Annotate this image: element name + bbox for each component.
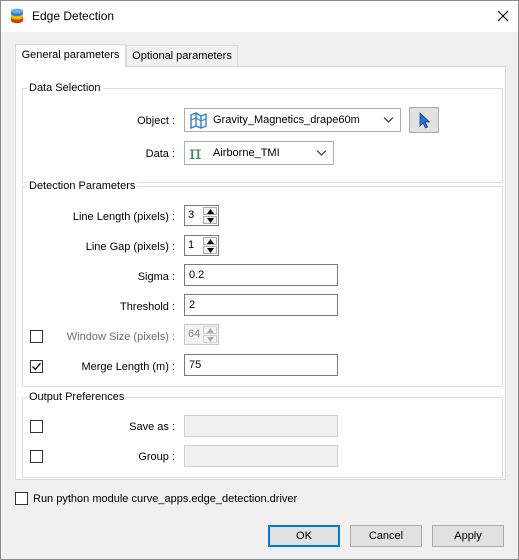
save-as-input[interactable]	[184, 415, 338, 437]
merge-length-value: 75	[189, 359, 202, 371]
merge-length-input[interactable]: 75	[184, 354, 338, 376]
triangle-down-icon	[207, 337, 214, 342]
window-title: Edge Detection	[32, 9, 115, 23]
line-gap-value: 1	[188, 239, 195, 251]
window-size-label: Window Size (pixels) :	[66, 331, 175, 343]
spin-arrows	[203, 237, 217, 254]
spin-up-button[interactable]	[203, 207, 217, 215]
group-input[interactable]	[184, 445, 338, 467]
threshold-input[interactable]: 2	[184, 294, 338, 316]
app-layers-icon	[11, 8, 23, 24]
triangle-down-icon	[207, 248, 214, 253]
group-title: Output Preferences	[27, 391, 127, 403]
line-length-label: Line Length (pixels) :	[72, 211, 175, 223]
object-dropdown[interactable]: Gravity_Magnetics_drape60m	[184, 108, 401, 132]
triangle-up-icon	[207, 328, 214, 333]
data-value: Airborne_TMI	[213, 147, 280, 159]
window-size-spinbox[interactable]: 64	[184, 324, 219, 345]
run-python-label: Run python module curve_apps.edge_detect…	[33, 493, 298, 505]
data-dropdown[interactable]: π Airborne_TMI	[184, 141, 334, 165]
tab-general-parameters[interactable]: General parameters	[15, 44, 126, 67]
spin-down-button[interactable]	[203, 335, 217, 343]
window-size-value: 64	[188, 328, 201, 340]
edge-detection-dialog: Edge Detection General parameters Option…	[0, 0, 519, 560]
run-python-checkbox[interactable]	[15, 492, 28, 505]
pi-icon: π	[189, 142, 202, 164]
line-gap-label: Line Gap (pixels) :	[85, 241, 175, 253]
group-title: Data Selection	[27, 82, 103, 94]
sigma-value: 0.2	[189, 269, 205, 281]
checkmark-icon	[32, 362, 41, 371]
chevron-down-icon	[316, 150, 327, 156]
window-size-checkbox[interactable]	[30, 330, 43, 343]
sigma-input[interactable]: 0.2	[184, 264, 338, 286]
object-label: Object :	[137, 115, 175, 127]
title-bar: Edge Detection	[1, 1, 518, 32]
surface-mesh-icon	[190, 112, 207, 129]
spin-up-button[interactable]	[203, 237, 217, 245]
detection-parameters-group: Detection Parameters Line Length (pixels…	[22, 180, 503, 387]
group-checkbox[interactable]	[30, 450, 43, 463]
data-selection-group: Data Selection Object : Gravity_Magnetic…	[22, 82, 503, 183]
spin-arrows	[203, 326, 217, 343]
tab-optional-parameters[interactable]: Optional parameters	[126, 45, 238, 67]
chevron-down-icon	[383, 117, 394, 123]
spin-down-button[interactable]	[203, 246, 217, 254]
sigma-label: Sigma :	[137, 271, 175, 283]
close-icon[interactable]	[492, 5, 514, 27]
merge-length-label: Merge Length (m) :	[81, 361, 175, 373]
spin-up-button[interactable]	[203, 326, 217, 334]
tab-label: General parameters	[21, 49, 120, 61]
merge-length-checkbox[interactable]	[30, 360, 43, 373]
general-parameters-panel: Data Selection Object : Gravity_Magnetic…	[15, 66, 506, 480]
line-length-spinbox[interactable]: 3	[184, 205, 219, 226]
save-as-checkbox[interactable]	[30, 420, 43, 433]
line-length-value: 3	[188, 209, 195, 221]
group-title: Detection Parameters	[27, 180, 138, 192]
data-label: Data :	[145, 148, 175, 160]
pick-object-button[interactable]	[409, 107, 439, 133]
cancel-button[interactable]: Cancel	[350, 525, 422, 547]
save-as-label: Save as :	[129, 421, 175, 433]
cursor-arrow-icon	[419, 112, 431, 129]
line-gap-spinbox[interactable]: 1	[184, 235, 219, 256]
ok-button[interactable]: OK	[268, 525, 340, 547]
apply-button[interactable]: Apply	[432, 525, 504, 547]
triangle-up-icon	[207, 209, 214, 214]
object-value: Gravity_Magnetics_drape60m	[213, 114, 360, 126]
spin-arrows	[203, 207, 217, 224]
threshold-value: 2	[189, 299, 196, 311]
triangle-down-icon	[207, 218, 214, 223]
group-label: Group :	[138, 451, 175, 463]
threshold-label: Threshold :	[119, 301, 175, 313]
output-preferences-group: Output Preferences Save as : Group :	[22, 391, 503, 478]
spin-down-button[interactable]	[203, 216, 217, 224]
tab-label: Optional parameters	[132, 50, 232, 62]
triangle-up-icon	[207, 239, 214, 244]
